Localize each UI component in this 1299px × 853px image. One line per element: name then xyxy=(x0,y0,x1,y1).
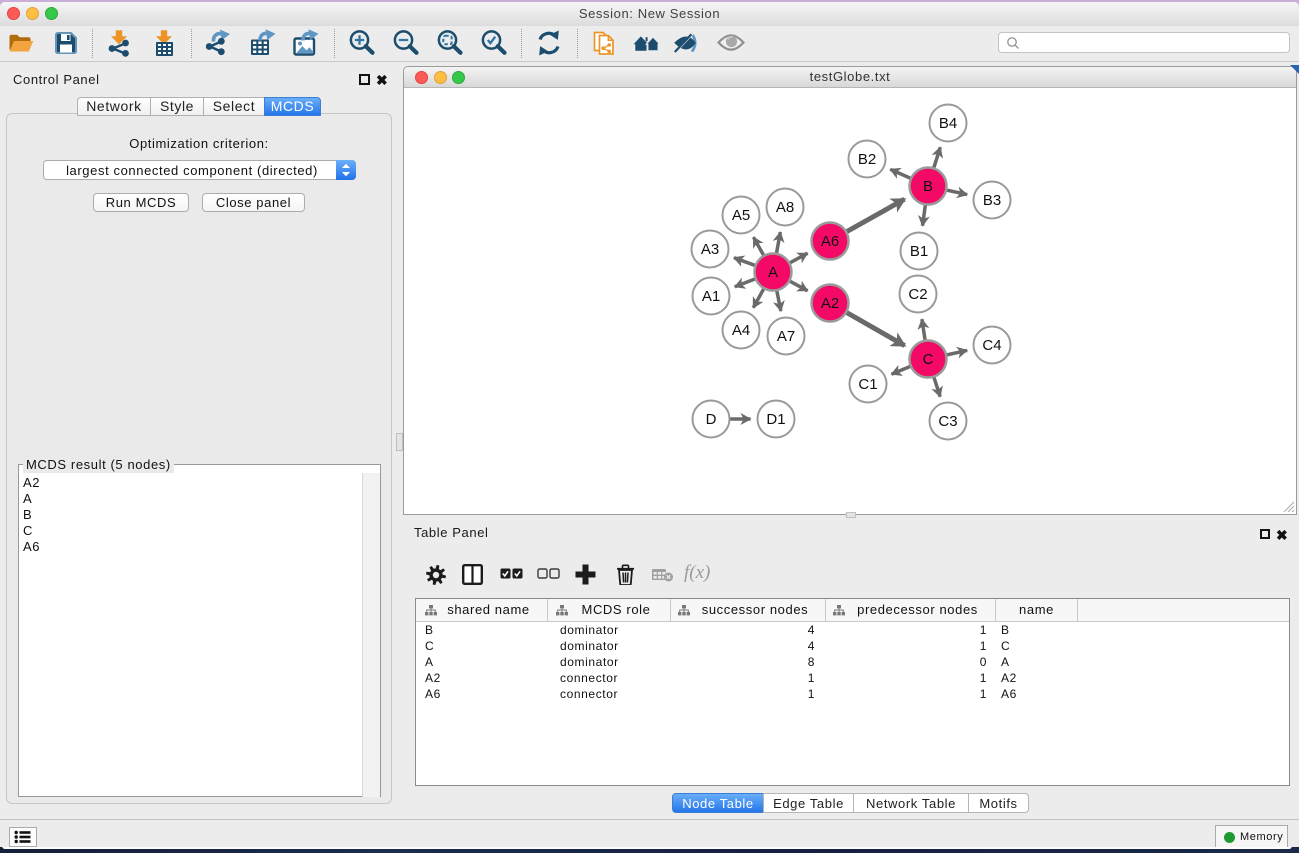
svg-text:A1: A1 xyxy=(702,288,720,305)
svg-text:A2: A2 xyxy=(821,295,839,312)
svg-text:D1: D1 xyxy=(766,411,785,428)
svg-text:C2: C2 xyxy=(908,286,927,303)
svg-text:A5: A5 xyxy=(732,207,750,224)
svg-text:B2: B2 xyxy=(858,151,876,168)
svg-text:A8: A8 xyxy=(776,199,794,216)
svg-text:A4: A4 xyxy=(732,322,750,339)
svg-text:C1: C1 xyxy=(858,376,877,393)
svg-text:A: A xyxy=(768,264,778,281)
svg-text:C3: C3 xyxy=(938,413,957,430)
svg-text:B: B xyxy=(923,178,933,195)
svg-text:A3: A3 xyxy=(701,241,719,258)
svg-text:A7: A7 xyxy=(777,328,795,345)
svg-text:B4: B4 xyxy=(939,115,957,132)
svg-text:D: D xyxy=(706,411,717,428)
svg-text:B1: B1 xyxy=(910,243,928,260)
svg-text:C4: C4 xyxy=(982,337,1001,354)
svg-text:C: C xyxy=(923,351,934,368)
svg-text:B3: B3 xyxy=(983,192,1001,209)
svg-text:A6: A6 xyxy=(821,233,839,250)
